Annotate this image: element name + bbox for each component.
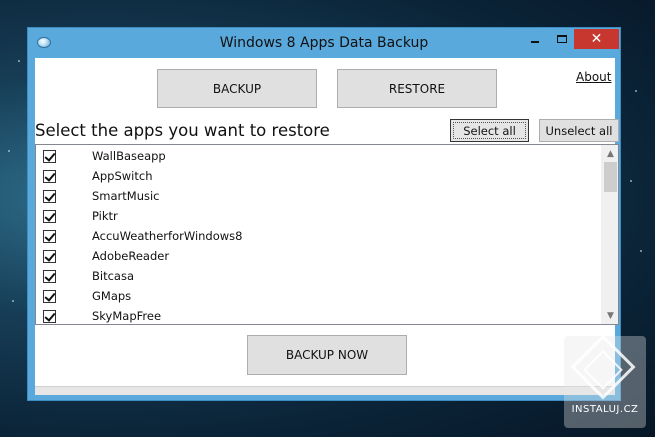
desktop-star: [18, 60, 20, 62]
desktop-star: [640, 250, 642, 252]
watermark-text: INSTALUJ.CZ: [571, 404, 639, 415]
list-item[interactable]: Bitcasa: [36, 266, 596, 286]
close-icon: ✕: [590, 31, 603, 47]
title-bar[interactable]: Windows 8 Apps Data Backup ✕: [28, 28, 620, 58]
app-checkbox[interactable]: [43, 270, 56, 283]
backup-button[interactable]: BACKUP: [157, 69, 317, 108]
desktop-star: [635, 90, 637, 92]
list-item[interactable]: AdobeReader: [36, 246, 596, 266]
list-item[interactable]: AppSwitch: [36, 166, 596, 186]
desktop-star: [630, 180, 632, 182]
app-label: Piktr: [92, 209, 118, 223]
app-checkbox[interactable]: [43, 290, 56, 303]
minimize-button[interactable]: [523, 29, 547, 49]
minimize-icon: [531, 41, 539, 43]
scroll-down-icon[interactable]: ▼: [602, 307, 618, 324]
about-link[interactable]: About: [576, 70, 611, 84]
status-bar: [35, 386, 615, 395]
app-label: GMaps: [92, 289, 132, 303]
close-button[interactable]: ✕: [574, 29, 619, 49]
list-item[interactable]: AccuWeatherforWindows8: [36, 226, 596, 246]
app-label: WallBaseapp: [92, 149, 166, 163]
restore-button[interactable]: RESTORE: [337, 69, 497, 108]
client-area: BACKUP RESTORE About Select the apps you…: [35, 58, 619, 395]
scroll-up-icon[interactable]: ▲: [602, 145, 618, 162]
vertical-scrollbar[interactable]: ▲ ▼: [601, 145, 618, 324]
app-checkbox[interactable]: [43, 210, 56, 223]
maximize-icon: [557, 35, 567, 43]
select-all-button[interactable]: Select all: [450, 119, 529, 142]
app-label: Bitcasa: [92, 269, 135, 283]
list-item[interactable]: WallBaseapp: [36, 146, 596, 166]
app-label: AdobeReader: [92, 249, 170, 263]
watermark: INSTALUJ.CZ: [564, 334, 646, 428]
app-checkbox[interactable]: [43, 170, 56, 183]
app-checkbox[interactable]: [43, 230, 56, 243]
backup-now-button[interactable]: BACKUP NOW: [247, 335, 407, 375]
scroll-thumb[interactable]: [604, 162, 617, 192]
app-checkbox[interactable]: [43, 310, 56, 323]
app-label: AppSwitch: [92, 169, 153, 183]
desktop-star: [12, 300, 14, 302]
app-label: SkyMapFree: [92, 309, 162, 323]
watermark-logo-icon: [570, 334, 636, 400]
unselect-all-button[interactable]: Unselect all: [539, 119, 619, 142]
app-checkbox[interactable]: [43, 190, 56, 203]
section-heading: Select the apps you want to restore: [35, 121, 330, 140]
app-window: Windows 8 Apps Data Backup ✕ BACKUP REST…: [27, 27, 621, 401]
list-item[interactable]: GMaps: [36, 286, 596, 306]
app-list[interactable]: WallBaseapp AppSwitch SmartMusic Piktr A…: [35, 144, 619, 325]
desktop-star: [8, 150, 10, 152]
app-checkbox[interactable]: [43, 250, 56, 263]
app-label: AccuWeatherforWindows8: [92, 229, 243, 243]
list-item[interactable]: SkyMapFree: [36, 306, 596, 324]
maximize-button[interactable]: [550, 29, 574, 49]
app-label: SmartMusic: [92, 189, 160, 203]
app-checkbox[interactable]: [43, 150, 56, 163]
list-item[interactable]: Piktr: [36, 206, 596, 226]
list-item[interactable]: SmartMusic: [36, 186, 596, 206]
